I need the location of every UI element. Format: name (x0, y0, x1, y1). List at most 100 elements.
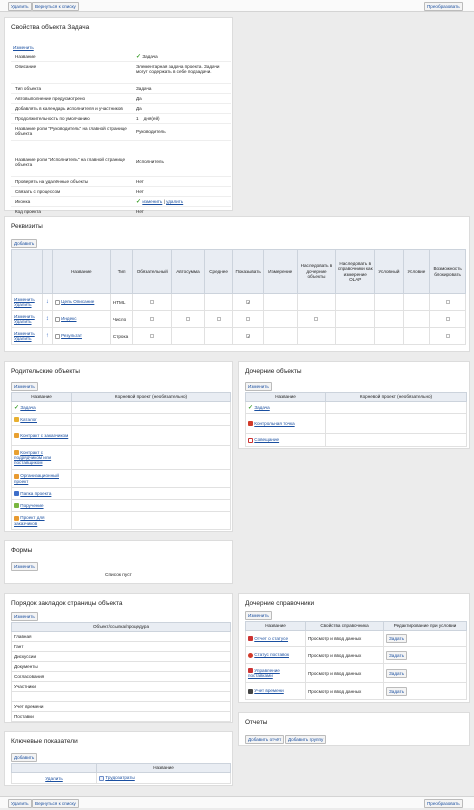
dict-link[interactable]: Статус поставок (254, 652, 289, 657)
delete-link[interactable]: Удалить (14, 319, 32, 324)
delete-link[interactable]: Удалить (14, 336, 32, 341)
col-actions (11, 763, 97, 773)
show-checkbox[interactable]: ✓ (246, 299, 250, 304)
row-actions: Изменить Удалить (11, 327, 43, 345)
dict-action-cell: Задать (383, 630, 467, 647)
autosum-checkbox-cell (171, 310, 205, 328)
row-order: ↑ (41, 327, 53, 345)
list-item: ✓ Задача (11, 401, 231, 414)
required-checkbox[interactable] (150, 316, 155, 321)
requisite-name-link[interactable]: Результат (61, 333, 82, 338)
duration-unit: дня(ей) (143, 116, 160, 121)
parent-objects-card: Родительские объекты Изменить Название К… (4, 361, 233, 532)
dict-link[interactable]: Учет времени (254, 688, 283, 693)
arrow-updown-icon[interactable]: ↕ (46, 316, 49, 322)
forms-edit-button[interactable]: Изменить (11, 562, 38, 571)
transform-button[interactable]: Преобразовать (424, 2, 463, 11)
arrow-down-icon[interactable]: ↓ (46, 299, 49, 305)
prop-key: Тип объекта (15, 86, 42, 91)
kpi-delete-link[interactable]: Удалить (45, 776, 63, 781)
lockable-checkbox[interactable] (445, 316, 450, 321)
show-checkbox[interactable] (246, 316, 251, 321)
parent-link[interactable]: Поручение (20, 503, 43, 508)
autosum-checkbox-cell (171, 327, 205, 345)
prop-value: ✓ изменить | удалить (136, 199, 184, 205)
lockable-checkbox[interactable] (445, 299, 450, 304)
col-condition: Условие (402, 249, 431, 294)
kpi-header-row: Название (11, 763, 231, 773)
parent-link[interactable]: Папка проекта (20, 491, 51, 496)
child-link[interactable]: Задача (254, 405, 269, 410)
parent-link[interactable]: Организационный проект (14, 473, 59, 483)
tab-item: Согласования (11, 671, 231, 682)
back-to-list-button[interactable]: Вернуться к списку (32, 2, 79, 11)
parent-link[interactable]: Контракт с подрядчиком или поставщиком (14, 450, 51, 465)
dict-props-cell: Просмотр и ввод данных (305, 682, 384, 700)
set-condition-button[interactable]: Задать (386, 686, 407, 696)
add-group-button[interactable]: Добавить группу (285, 735, 327, 744)
required-checkbox[interactable] (150, 333, 155, 338)
back-to-list-button-bottom[interactable]: Вернуться к списку (32, 799, 79, 808)
list-item: ✓ Задача (245, 401, 467, 414)
kpi-title: Ключевые показатели (11, 738, 78, 745)
child-link[interactable]: Совещание (254, 437, 279, 442)
children-edit-button[interactable]: Изменить (245, 382, 272, 391)
prop-row-executor-role: Название роли "Исполнитель" на главной с… (11, 141, 231, 177)
dict-link[interactable]: Управление поставками (248, 668, 280, 678)
parent-link[interactable]: Задача (20, 405, 35, 410)
table-row: Статус поставок Просмотр и ввод данных З… (245, 646, 467, 664)
tab-item: Дискуссии (11, 651, 231, 662)
delete-link[interactable]: Удалить (14, 302, 32, 307)
col-name: Название (245, 392, 326, 402)
set-condition-button[interactable]: Задать (386, 668, 407, 678)
requisites-add-button[interactable]: Добавить (11, 239, 38, 248)
col-props: Свойства справочника (305, 621, 384, 631)
inherit-children-cell (296, 310, 337, 328)
prop-value: ✓ Задача (136, 54, 231, 60)
parents-edit-button[interactable]: Изменить (11, 382, 38, 391)
icon-edit-link[interactable]: изменить (142, 199, 162, 204)
transform-button-bottom[interactable]: Преобразовать (424, 799, 463, 808)
icon-delete-link[interactable]: удалить (166, 199, 183, 204)
parent-link[interactable]: Каталог (20, 417, 37, 422)
dict-link[interactable]: Отчет о статусе (254, 636, 288, 641)
table-row: Изменить Удалить ↑ Результат Строка ✓ (11, 327, 466, 345)
parent-link[interactable]: Контракт с заказчиком (20, 433, 68, 438)
check-icon (14, 503, 19, 509)
list-item: Главная (11, 631, 231, 642)
kpi-add-button[interactable]: Добавить (11, 753, 38, 762)
delete-button[interactable]: Удалить (8, 2, 32, 11)
col-type: Тип (109, 249, 134, 294)
required-checkbox[interactable] (150, 299, 155, 304)
requisite-name-link[interactable]: Индекс (61, 316, 76, 321)
arrow-up-icon[interactable]: ↑ (46, 333, 49, 339)
set-condition-button[interactable]: Задать (386, 650, 407, 660)
delete-button-bottom[interactable]: Удалить (8, 799, 32, 808)
col-name: Название (51, 249, 111, 294)
child-dicts-edit-button[interactable]: Изменить (245, 611, 272, 620)
properties-edit-link[interactable]: Изменить (13, 45, 34, 50)
average-checkbox-cell (203, 327, 234, 345)
add-report-button[interactable]: Добавить отчёт (245, 735, 285, 744)
row-name-cell: Индекс (51, 310, 111, 328)
condition-cell (402, 327, 431, 345)
child-name-cell: Контрольная точка (245, 413, 326, 434)
inherit-children-checkbox[interactable] (314, 316, 319, 321)
list-item: Контракт с подрядчиком или поставщиком (11, 445, 231, 470)
requisites-title: Реквизиты (11, 223, 43, 230)
table-row: Учет времени Просмотр и ввод данных Зада… (245, 682, 467, 700)
prop-key: Название роли "Исполнитель" на главной с… (15, 157, 126, 167)
prop-key: Добавлять в календарь исполнителя и учас… (15, 106, 123, 111)
requisite-name-link[interactable]: Цель Описание (61, 299, 94, 304)
tabs-order-edit-button[interactable]: Изменить (11, 612, 38, 621)
average-checkbox[interactable] (216, 316, 221, 321)
set-condition-button[interactable]: Задать (386, 634, 407, 643)
kpi-link[interactable]: Трудозатраты (105, 775, 134, 780)
show-checkbox[interactable]: ✓ (246, 333, 250, 338)
lockable-checkbox[interactable] (445, 333, 450, 338)
child-link[interactable]: Контрольная точка (254, 421, 294, 426)
conditional-cell (374, 293, 404, 311)
parent-link[interactable]: Проект для заказчиков (14, 515, 45, 525)
autosum-checkbox[interactable] (185, 316, 190, 321)
conditional-cell (374, 327, 404, 345)
